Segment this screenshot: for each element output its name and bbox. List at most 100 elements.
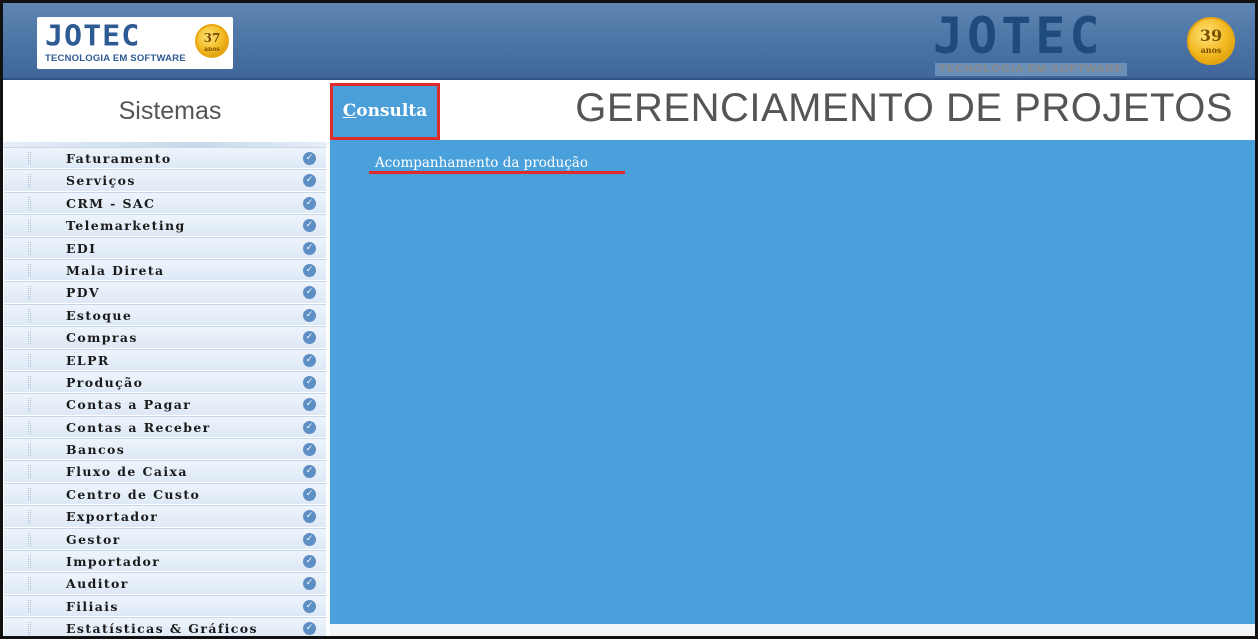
sidebar-item-label: Produção [66, 374, 144, 390]
header-bar: JOTEC TECNOLOGIA EM SOFTWARE 37 anos JOT… [3, 3, 1255, 80]
sidebar-item-label: Auditor [66, 576, 129, 592]
link-acompanhamento-da-producao[interactable]: Acompanhamento da produção [375, 155, 588, 171]
sidebar-item-label: Fluxo de Caixa [66, 464, 188, 480]
sidebar-item-faturamento[interactable]: Faturamento ✓ [4, 147, 326, 170]
sidebar-item-contas-a-receber[interactable]: Contas a Receber ✓ [4, 415, 326, 439]
grip-icon [28, 375, 31, 389]
check-circle-icon: ✓ [303, 532, 316, 546]
check-circle-icon: ✓ [303, 577, 316, 591]
sidebar-item-label: Estoque [66, 307, 133, 323]
sidebar-item-mala-direta[interactable]: Mala Direta ✓ [4, 258, 326, 282]
check-circle-icon: ✓ [303, 622, 316, 636]
check-circle-icon: ✓ [303, 487, 316, 501]
badge-right-number: 39 [1199, 26, 1223, 45]
grip-icon [28, 555, 31, 569]
check-circle-icon: ✓ [303, 443, 316, 457]
grip-icon [28, 331, 31, 345]
check-circle-icon: ✓ [303, 331, 316, 345]
sidebar-item-auditor[interactable]: Auditor ✓ [4, 572, 326, 595]
badge-left-text: anos [204, 46, 220, 53]
sidebar-item-label: EDI [66, 240, 97, 256]
content-panel [330, 140, 1255, 624]
sidebar-item-pdv[interactable]: PDV ✓ [4, 281, 326, 304]
check-circle-icon: ✓ [303, 241, 316, 255]
sidebar-item-filiais[interactable]: Filiais ✓ [4, 594, 326, 618]
sidebar-item-telemarketing[interactable]: Telemarketing ✓ [4, 214, 326, 237]
sidebar-item-label: Compras [66, 330, 138, 346]
sidebar-item-label: Bancos [66, 442, 126, 458]
badge-left-number: 37 [203, 31, 221, 45]
sidebar-item-label: Gestor [66, 531, 121, 547]
check-circle-icon: ✓ [303, 555, 316, 569]
check-circle-icon: ✓ [303, 308, 316, 322]
grip-icon [28, 599, 31, 613]
sidebar-item-label: Filiais [66, 598, 119, 614]
grip-icon [28, 398, 31, 412]
sidebar-item-compras[interactable]: Compras ✓ [4, 326, 326, 349]
sidebar-item-fluxo-de-caixa[interactable]: Fluxo de Caixa ✓ [4, 460, 326, 483]
grip-icon [28, 487, 31, 501]
sidebar-item-gestor[interactable]: Gestor ✓ [4, 527, 326, 551]
sidebar-item-estoque[interactable]: Estoque ✓ [4, 303, 326, 327]
application-window: JOTEC TECNOLOGIA EM SOFTWARE 37 anos JOT… [0, 0, 1258, 639]
check-circle-icon: ✓ [303, 465, 316, 479]
tab-consulta[interactable]: Consulta [330, 83, 440, 140]
logo-right-tagline: TECNOLOGIA EM SOFTWARE [935, 63, 1128, 76]
anniversary-badge-right: 39 anos [1187, 17, 1235, 65]
grip-icon [28, 263, 31, 277]
sidebar-menu: Faturamento ✓ Serviços ✓ CRM - SAC ✓ Tel… [3, 147, 327, 636]
logo-left-brand: JOTEC [45, 19, 141, 54]
check-circle-icon: ✓ [303, 263, 316, 277]
sidebar-item-label: Contas a Pagar [66, 397, 192, 413]
anniversary-badge-left: 37 anos [195, 24, 229, 58]
content-footer-strip [330, 624, 1255, 636]
logo-right-brand: JOTEC [933, 7, 1104, 65]
tab-consulta-accelerator: C [342, 101, 357, 121]
sidebar-item-label: Serviços [66, 173, 136, 189]
grip-icon [28, 532, 31, 546]
sidebar-item-exportador[interactable]: Exportador ✓ [4, 505, 326, 528]
grip-icon [28, 510, 31, 524]
sidebar-item-contas-a-pagar[interactable]: Contas a Pagar ✓ [4, 393, 326, 416]
grip-icon [28, 196, 31, 210]
sidebar-item-edi[interactable]: EDI ✓ [4, 236, 326, 259]
grip-icon [28, 219, 31, 233]
grip-icon [28, 353, 31, 367]
badge-right-text: anos [1200, 45, 1222, 55]
grip-icon [28, 443, 31, 457]
sidebar-item-label: Faturamento [66, 151, 172, 166]
sidebar-item-elpr[interactable]: ELPR ✓ [4, 348, 326, 371]
grip-icon [28, 241, 31, 255]
check-circle-icon: ✓ [303, 420, 316, 434]
sidebar-item-label: Centro de Custo [66, 486, 201, 502]
grip-icon [28, 286, 31, 300]
highlight-underline [369, 171, 625, 174]
check-circle-icon: ✓ [303, 599, 316, 613]
sidebar-title: Sistemas [118, 97, 222, 125]
check-circle-icon: ✓ [303, 174, 316, 188]
sidebar-item-producao[interactable]: Produção ✓ [4, 370, 326, 394]
page-title: GERENCIAMENTO DE PROJETOS [575, 86, 1233, 130]
grip-icon [28, 622, 31, 636]
grip-icon [28, 577, 31, 591]
check-circle-icon: ✓ [303, 286, 316, 300]
sidebar-item-label: Exportador [66, 509, 159, 525]
sidebar-item-label: Telemarketing [66, 218, 186, 234]
grip-icon [28, 465, 31, 479]
sidebar-item-label: Importador [66, 554, 161, 570]
sidebar-item-label: Contas a Receber [66, 419, 211, 435]
check-circle-icon: ✓ [303, 219, 316, 233]
sidebar-item-servicos[interactable]: Serviços ✓ [4, 169, 326, 192]
check-circle-icon: ✓ [303, 152, 316, 165]
check-circle-icon: ✓ [303, 353, 316, 367]
sidebar-item-estatisticas-graficos[interactable]: Estatísticas & Gráficos ✓ [4, 617, 326, 636]
sidebar-item-centro-de-custo[interactable]: Centro de Custo ✓ [4, 482, 326, 506]
grip-icon [28, 174, 31, 188]
sidebar-item-importador[interactable]: Importador ✓ [4, 550, 326, 573]
sidebar-item-label: Mala Direta [66, 262, 165, 278]
check-circle-icon: ✓ [303, 510, 316, 524]
sidebar-item-bancos[interactable]: Bancos ✓ [4, 438, 326, 461]
sidebar-item-crm-sac[interactable]: CRM - SAC ✓ [4, 191, 326, 215]
check-circle-icon: ✓ [303, 196, 316, 210]
grip-icon [28, 420, 31, 434]
